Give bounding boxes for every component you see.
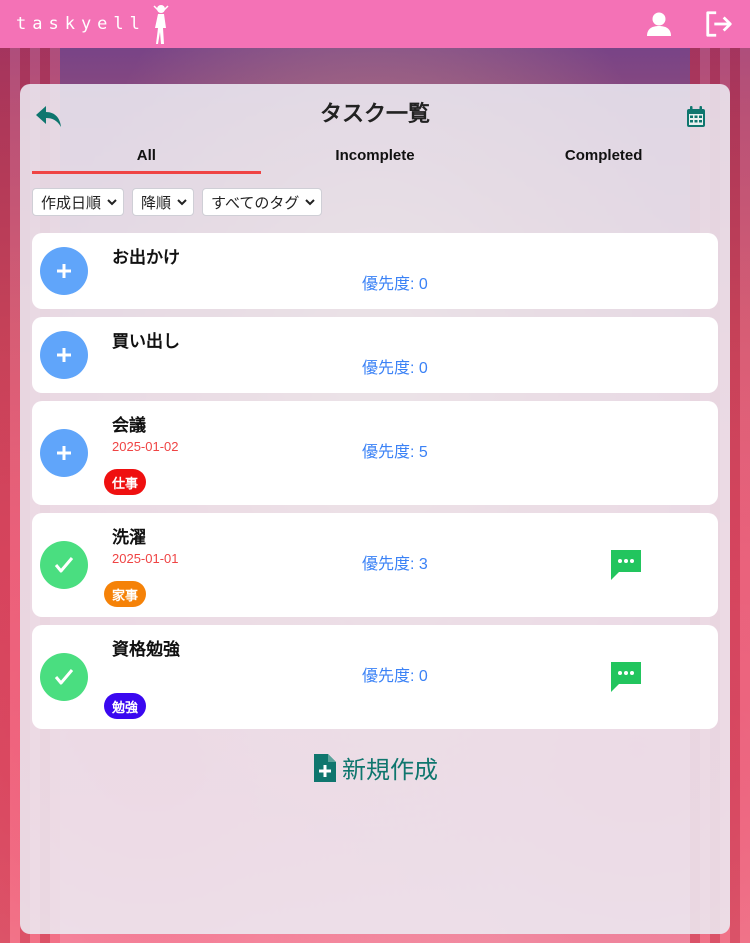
new-task-label: 新規作成 — [342, 756, 438, 784]
sort-key-value: 作成日順 — [41, 193, 102, 212]
logo-figure-icon — [153, 5, 169, 44]
chevron-down-icon — [107, 199, 117, 206]
logout-icon[interactable] — [704, 9, 734, 39]
check-icon — [54, 557, 74, 573]
task-name: 買い出し — [112, 332, 180, 352]
tab-incomplete[interactable]: Incomplete — [261, 146, 490, 176]
task-priority: 優先度: 0 — [362, 360, 428, 377]
tab-incomplete-label: Incomplete — [335, 147, 415, 164]
chevron-down-icon — [177, 199, 187, 206]
task-due-date: 2025-01-01 — [112, 551, 179, 566]
task-item[interactable]: 洗濯 2025-01-01 優先度: 3 家事 — [32, 513, 718, 617]
task-priority: 優先度: 5 — [362, 444, 428, 461]
mark-incomplete-button[interactable] — [40, 653, 88, 701]
task-list-card: タスク一覧 All Incomplete Completed 作成日順 降順 す… — [20, 84, 730, 934]
mark-complete-button[interactable] — [40, 429, 88, 477]
task-name: 資格勉強 — [112, 640, 180, 660]
active-tab-underline — [32, 171, 261, 174]
task-name: お出かけ — [112, 248, 180, 268]
app-logo-text: taskyell — [16, 14, 146, 34]
chevron-down-icon — [305, 199, 316, 206]
task-item[interactable]: 買い出し 優先度: 0 — [32, 317, 718, 393]
file-plus-icon — [314, 753, 336, 782]
page-title: タスク一覧 — [319, 102, 430, 127]
tab-completed[interactable]: Completed — [489, 146, 718, 176]
check-icon — [54, 669, 74, 685]
mark-complete-button[interactable] — [40, 247, 88, 295]
comment-icon[interactable] — [610, 661, 642, 693]
tab-all[interactable]: All — [32, 146, 261, 176]
plus-icon — [57, 264, 71, 278]
status-tabs: All Incomplete Completed — [32, 146, 718, 176]
plus-icon — [57, 348, 71, 362]
mark-complete-button[interactable] — [40, 331, 88, 379]
tab-all-label: All — [136, 147, 156, 164]
comment-icon[interactable] — [610, 549, 642, 581]
task-priority: 優先度: 0 — [362, 276, 428, 293]
tab-completed-label: Completed — [564, 147, 643, 164]
app-logo[interactable]: taskyell — [16, 2, 172, 46]
calendar-icon[interactable] — [686, 106, 708, 128]
tag-badge[interactable]: 家事 — [104, 581, 147, 607]
tag-filter-select[interactable]: すべてのタグ — [202, 188, 323, 216]
tag-badge[interactable]: 勉強 — [104, 693, 147, 719]
sort-order-select[interactable]: 降順 — [132, 188, 195, 216]
task-due-date: 2025-01-02 — [112, 439, 179, 454]
mark-incomplete-button[interactable] — [40, 541, 88, 589]
user-icon[interactable] — [644, 9, 674, 39]
new-task-button[interactable]: 新規作成 — [20, 750, 730, 785]
task-name: 会議 — [112, 416, 146, 436]
task-item[interactable]: 会議 2025-01-02 優先度: 5 仕事 — [32, 401, 718, 505]
task-item[interactable]: お出かけ 優先度: 0 — [32, 233, 718, 309]
tag-filter-value: すべてのタグ — [211, 193, 300, 212]
task-priority: 優先度: 3 — [362, 556, 428, 573]
plus-icon — [57, 446, 71, 460]
sort-order-value: 降順 — [141, 193, 172, 212]
filter-bar: 作成日順 降順 すべてのタグ — [32, 188, 323, 216]
header-actions — [644, 9, 734, 39]
task-priority: 優先度: 0 — [362, 668, 428, 685]
task-item[interactable]: 資格勉強 優先度: 0 勉強 — [32, 625, 718, 729]
app-header: taskyell — [0, 0, 750, 48]
task-name: 洗濯 — [112, 528, 146, 548]
tag-badge[interactable]: 仕事 — [104, 469, 147, 495]
sort-key-select[interactable]: 作成日順 — [32, 188, 125, 216]
